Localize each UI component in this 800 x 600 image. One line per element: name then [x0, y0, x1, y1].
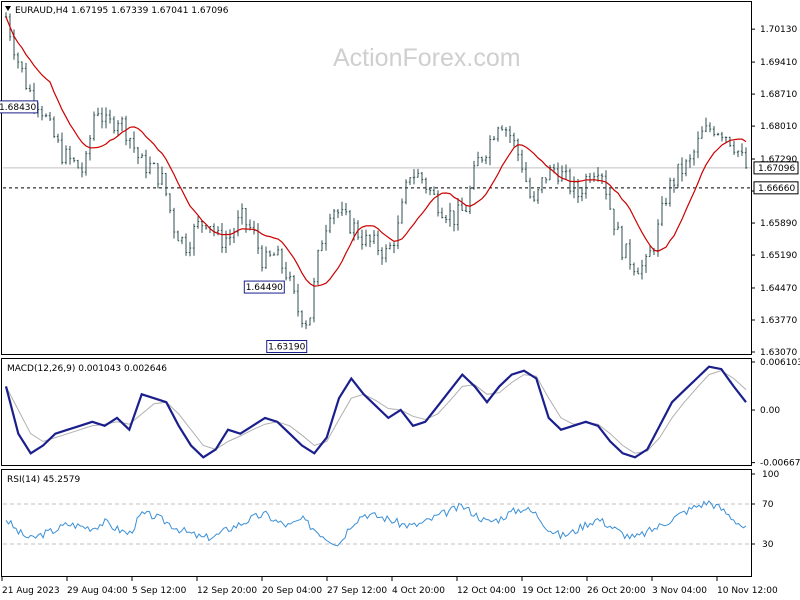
rsi-line: [5, 500, 747, 547]
rsi-panel-frame: [1, 469, 752, 577]
reference-levels: [3, 167, 751, 189]
price-tick-label: 1.69410: [760, 58, 797, 68]
time-tick-label: 12 Oct 04:00: [457, 586, 516, 596]
price-tick-label: 1.65190: [760, 251, 797, 261]
macd-signal-line: [5, 370, 747, 454]
time-tick-label: 21 Aug 2023: [2, 586, 60, 596]
rsi-tick-label: 100: [762, 470, 779, 480]
time-axis: 21 Aug 2023 29 Aug 04:00 5 Sep 12:00 12 Sep…: [1, 577, 778, 596]
symbol-menu-icon[interactable]: [5, 6, 11, 11]
macd-axis: 0.006103 0.00 -0.006679: [751, 358, 800, 469]
time-tick-label: 10 Nov 12:00: [717, 586, 778, 596]
time-tick-label: 3 Nov 04:00: [652, 586, 707, 596]
price-tick-label: 1.68010: [760, 122, 797, 132]
reference-level-label: 1.66660: [758, 184, 795, 194]
price-tick-label: 1.63070: [760, 348, 797, 358]
macd-tick-label: 0.006103: [760, 358, 800, 368]
main-chart-header: EURAUD,H4 1.67195 1.67339 1.67041 1.6709…: [15, 6, 229, 16]
price-tick-label: 1.70130: [760, 25, 797, 35]
price-annotation-label: 1.68430: [0, 103, 37, 113]
current-price-label: 1.67096: [758, 164, 795, 174]
watermark-text: ActionForex.com: [333, 44, 521, 72]
time-tick-label: 5 Sep 12:00: [132, 586, 187, 596]
price-tick-label: 1.63770: [760, 316, 797, 326]
time-tick-label: 26 Oct 20:00: [587, 586, 646, 596]
chart-canvas: ActionForex.com 1.70130 1.69410 1.68710 1.6…: [0, 1, 800, 596]
time-tick-label: 12 Sep 20:00: [197, 586, 257, 596]
price-annotations: 1.68430 1.63190 1.64490: [0, 100, 308, 354]
time-tick-label: 4 Oct 20:00: [392, 586, 445, 596]
current-price-marker: 1.67096 1.66660: [753, 161, 799, 195]
time-tick-label: 20 Sep 04:00: [262, 586, 322, 596]
macd-header: MACD(12,26,9) 0.001043 0.002646: [7, 364, 167, 374]
macd-main-line: [4, 365, 747, 459]
time-tick-label: 19 Oct 12:00: [522, 586, 581, 596]
time-tick-label: 27 Sep 12:00: [327, 586, 387, 596]
price-tick-label: 1.65890: [760, 219, 797, 229]
rsi-axis: 100 70 30: [3, 470, 779, 550]
macd-tick-label: -0.006679: [760, 459, 800, 469]
time-tick-label: 29 Aug 04:00: [67, 586, 128, 596]
chart-window: ActionForex.com 1.70130 1.69410 1.68710 1.6…: [0, 0, 800, 600]
macd-tick-label: 0.00: [760, 406, 780, 416]
price-tick-label: 1.64470: [760, 284, 797, 294]
rsi-tick-label: 70: [762, 500, 774, 510]
macd-panel-frame: [1, 358, 752, 466]
rsi-header: RSI(14) 45.2579: [7, 475, 80, 485]
rsi-tick-label: 30: [762, 540, 774, 550]
price-tick-label: 1.68710: [760, 90, 797, 100]
price-annotation-label: 1.64490: [246, 283, 283, 293]
price-annotation-label: 1.63190: [268, 343, 305, 353]
